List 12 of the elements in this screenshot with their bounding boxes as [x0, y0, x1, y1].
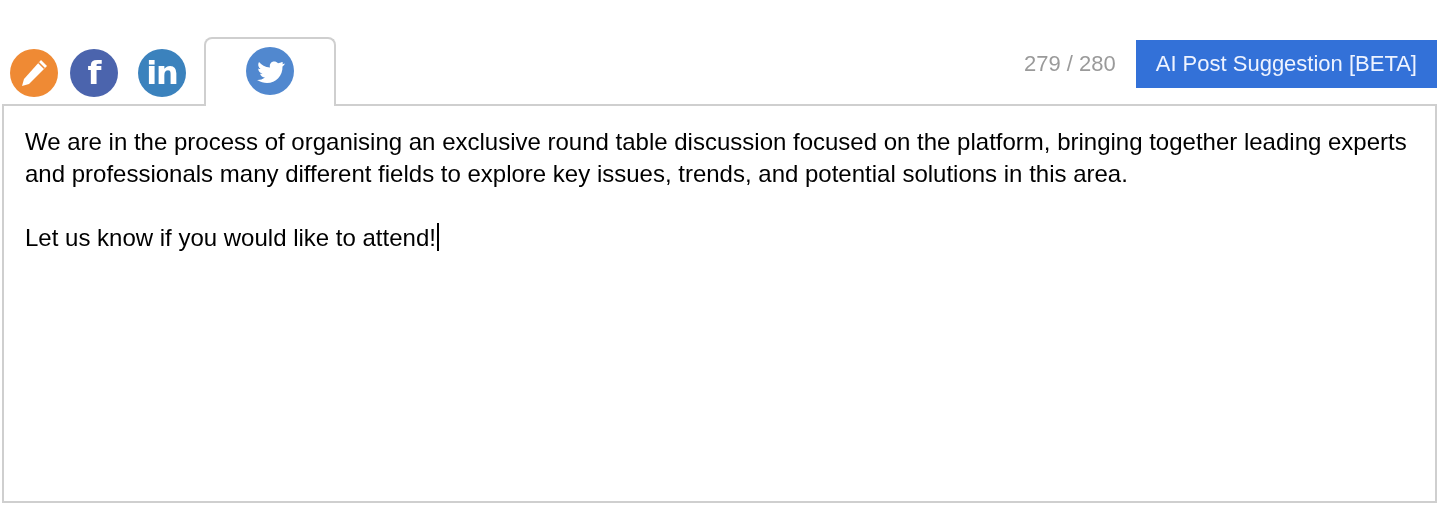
ai-suggestion-button[interactable]: AI Post Suggestion [BETA]: [1135, 40, 1437, 88]
post-text-area[interactable]: [2, 104, 1437, 503]
post-paragraph: Let us know if you would like to attend!: [25, 222, 1414, 254]
network-tab[interactable]: f: [60, 40, 128, 106]
network-tab[interactable]: in: [128, 40, 196, 106]
network-logo-icon: f: [70, 49, 118, 97]
character-counter: 279 / 280: [1023, 51, 1116, 77]
post-paragraph: We are in the process of organising an exclusive round table discussion focused on the platform, bringing together leading experts and professionals many different fields to explore key issues, trends, and potential solutions in this area.: [25, 127, 1408, 189]
network-logo-icon: in: [138, 49, 186, 97]
text-cursor: [436, 223, 439, 251]
pencil-icon: [10, 49, 58, 97]
network-tab[interactable]: [204, 37, 336, 106]
